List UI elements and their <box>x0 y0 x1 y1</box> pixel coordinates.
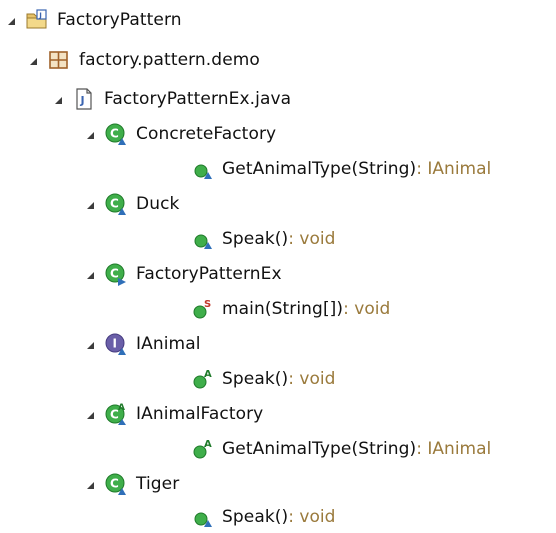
class-label: ConcreteFactory <box>136 123 277 144</box>
expand-arrow-icon[interactable] <box>87 405 94 419</box>
method-label: main(String[]) <box>222 298 344 319</box>
expand-arrow-icon[interactable] <box>8 11 15 25</box>
class-icon: C <box>104 472 128 496</box>
abstract-method-icon: A <box>190 437 214 461</box>
tree-item-method-speak-abstract[interactable]: A Speak() : void <box>190 362 335 395</box>
svg-text:C: C <box>110 476 119 490</box>
tree-item-interface-ianimal[interactable]: I IAnimal <box>87 327 201 360</box>
tree-item-class-duck[interactable]: C Duck <box>87 187 179 220</box>
svg-text:J: J <box>80 94 85 107</box>
expand-arrow-icon[interactable] <box>55 90 62 104</box>
svg-text:C: C <box>110 266 119 280</box>
method-label: Speak() <box>222 368 289 389</box>
expand-arrow-icon[interactable] <box>87 335 94 349</box>
return-type: : void <box>288 506 336 527</box>
tree-item-package[interactable]: factory.pattern.demo <box>30 43 260 76</box>
method-icon <box>190 505 214 529</box>
class-icon: C <box>104 122 128 146</box>
svg-text:I: I <box>113 336 117 350</box>
abstract-method-icon: A <box>190 367 214 391</box>
expand-arrow-icon[interactable] <box>30 51 37 65</box>
svg-text:C: C <box>110 196 119 210</box>
return-type: : void <box>343 298 391 319</box>
method-label: GetAnimalType(String) <box>222 438 417 459</box>
expand-arrow-icon[interactable] <box>87 475 94 489</box>
return-type: : void <box>288 368 336 389</box>
svg-text:A: A <box>118 403 125 413</box>
svg-text:A: A <box>204 439 212 450</box>
return-type: : IAnimal <box>416 438 492 459</box>
return-type: : IAnimal <box>416 158 492 179</box>
tree-item-class-factorypatternex[interactable]: C FactoryPatternEx <box>87 257 282 290</box>
package-explorer-tree: J FactoryPattern factory.pattern.demo J … <box>0 0 556 529</box>
svg-text:C: C <box>110 126 119 140</box>
expand-arrow-icon[interactable] <box>87 125 94 139</box>
interface-icon: I <box>104 332 128 356</box>
class-label: Tiger <box>136 473 180 494</box>
java-project-folder-icon: J <box>25 8 49 32</box>
abstract-class-icon: C A <box>104 402 128 426</box>
method-icon <box>190 227 214 251</box>
class-label: FactoryPatternEx <box>136 263 282 284</box>
svg-text:S: S <box>204 299 211 310</box>
svg-text:A: A <box>204 369 212 380</box>
tree-item-class-concretefactory[interactable]: C ConcreteFactory <box>87 117 276 150</box>
return-type: : void <box>288 228 336 249</box>
method-icon <box>190 157 214 181</box>
method-label: Speak() <box>222 506 289 527</box>
tree-item-method-speak-tiger[interactable]: Speak() : void <box>190 500 335 533</box>
expand-arrow-icon[interactable] <box>87 265 94 279</box>
package-label: factory.pattern.demo <box>79 49 260 70</box>
tree-item-project[interactable]: J FactoryPattern <box>8 3 182 36</box>
tree-item-class-ianimalfactory[interactable]: C A IAnimalFactory <box>87 397 263 430</box>
java-file-label: FactoryPatternEx.java <box>104 88 292 109</box>
tree-item-method-speak[interactable]: Speak() : void <box>190 222 335 255</box>
project-label: FactoryPattern <box>57 9 182 30</box>
svg-text:J: J <box>38 11 42 19</box>
tree-item-method-main[interactable]: S main(String[]) : void <box>190 292 390 325</box>
tree-item-method-getanimaltype[interactable]: GetAnimalType(String) : IAnimal <box>190 152 491 185</box>
interface-label: IAnimal <box>136 333 201 354</box>
tree-item-class-tiger[interactable]: C Tiger <box>87 467 179 500</box>
class-main-icon: C <box>104 262 128 286</box>
static-method-icon: S <box>190 297 214 321</box>
package-icon <box>47 48 71 72</box>
class-label: Duck <box>136 193 180 214</box>
java-file-icon: J <box>72 87 96 111</box>
tree-item-method-getanimaltype-abstract[interactable]: A GetAnimalType(String) : IAnimal <box>190 432 491 465</box>
class-label: IAnimalFactory <box>136 403 264 424</box>
expand-arrow-icon[interactable] <box>87 195 94 209</box>
class-icon: C <box>104 192 128 216</box>
method-label: GetAnimalType(String) <box>222 158 417 179</box>
method-label: Speak() <box>222 228 289 249</box>
tree-item-java-file[interactable]: J FactoryPatternEx.java <box>55 82 291 115</box>
